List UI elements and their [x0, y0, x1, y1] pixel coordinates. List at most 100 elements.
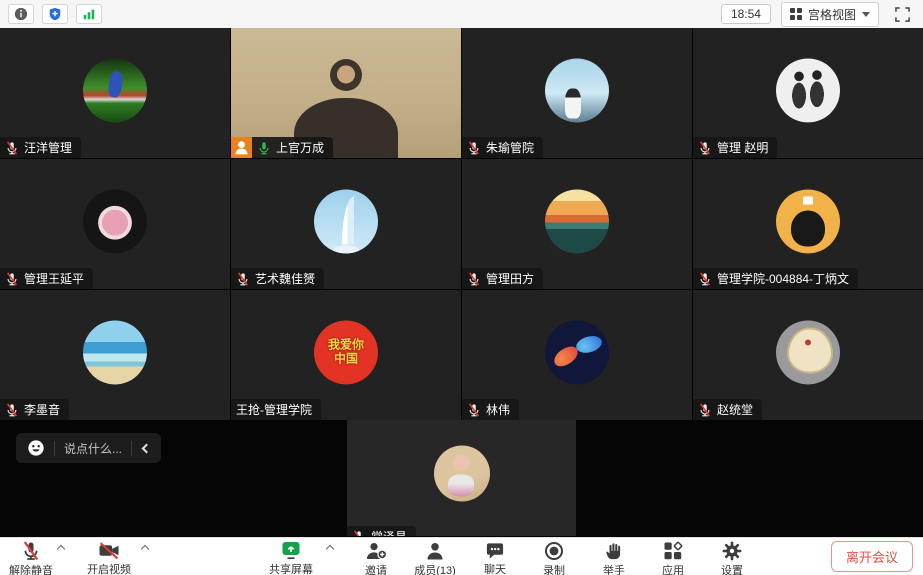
- avatar: [776, 320, 840, 384]
- participant-name: 管理 赵明: [717, 139, 768, 156]
- info-icon[interactable]: [8, 4, 34, 24]
- cam-muted-icon: [98, 541, 120, 560]
- meeting-toolbar: 解除静音 开启视频 共享屏幕 邀请 成员(13) 聊天 录制: [0, 537, 923, 575]
- mic-muted-icon: [5, 272, 19, 286]
- participant-name-label: 李墨音: [0, 399, 69, 420]
- participant-name-label: 艺术魏佳赟: [231, 268, 324, 289]
- chat-icon: [485, 541, 505, 560]
- avatar: [776, 58, 840, 122]
- toolbar-label: 举手: [603, 562, 625, 575]
- layout-view-label: 宫格视图: [808, 6, 856, 23]
- toolbar-record-button[interactable]: 录制: [523, 538, 585, 575]
- avatar: [83, 58, 147, 122]
- chevron-up-icon[interactable]: [326, 545, 334, 553]
- video-tile[interactable]: 我爱你中国王抢-管理学院: [231, 290, 461, 420]
- participant-name: 李墨音: [24, 401, 60, 418]
- grid-view-icon: [790, 8, 802, 20]
- video-tile[interactable]: 常泽昌: [347, 420, 576, 536]
- toolbar-chat-button[interactable]: 聊天: [467, 538, 523, 575]
- toolbar-apps-button[interactable]: 应用: [643, 538, 703, 575]
- toolbar-label: 聊天: [484, 561, 506, 575]
- fullscreen-icon[interactable]: [889, 4, 915, 24]
- toolbar-share-button[interactable]: 共享屏幕: [251, 538, 331, 575]
- video-tile[interactable]: 朱瑜管院: [462, 28, 692, 158]
- apps-icon: [663, 541, 683, 561]
- mic-muted-icon: [5, 403, 19, 417]
- participant-name-label: 管理王延平: [0, 268, 93, 289]
- chevron-left-icon[interactable]: [142, 443, 152, 453]
- mic-muted-icon: [352, 530, 366, 537]
- toolbar-label: 共享屏幕: [269, 561, 313, 575]
- video-tile[interactable]: 李墨音: [0, 290, 230, 420]
- avatar: [776, 189, 840, 253]
- mic-muted-icon: [698, 272, 712, 286]
- mic-on-icon: [257, 141, 271, 155]
- participant-grid: 汪洋管理 上官万成 朱瑜管院 管理 赵明 管理王延平 艺术魏佳赟 管理田方: [0, 28, 923, 420]
- avatar-text: 我爱你中国: [327, 339, 365, 367]
- participant-name-label: 管理 赵明: [693, 137, 777, 158]
- layout-view-button[interactable]: 宫格视图: [781, 2, 879, 27]
- video-tile[interactable]: 管理 赵明: [693, 28, 923, 158]
- video-tile[interactable]: 艺术魏佳赟: [231, 159, 461, 289]
- mic-muted-icon: [236, 272, 250, 286]
- toolbar-invite-button[interactable]: 邀请: [349, 538, 403, 575]
- video-tile[interactable]: 上官万成: [231, 28, 461, 158]
- mic-muted-icon: [467, 141, 481, 155]
- video-tile[interactable]: 林伟: [462, 290, 692, 420]
- toolbar-label: 开启视频: [87, 561, 131, 575]
- participant-name: 管理学院-004884-丁炳文: [717, 270, 849, 287]
- avatar: [83, 189, 147, 253]
- toolbar-mic-muted-button[interactable]: 解除静音: [0, 538, 62, 575]
- mic-muted-icon: [467, 272, 481, 286]
- participant-name: 上官万成: [276, 139, 324, 156]
- mic-muted-icon: [698, 403, 712, 417]
- toolbar-cam-muted-button[interactable]: 开启视频: [72, 538, 146, 575]
- video-tile[interactable]: 管理学院-004884-丁炳文: [693, 159, 923, 289]
- participant-name: 汪洋管理: [24, 139, 72, 156]
- participant-name: 赵统堂: [717, 401, 753, 418]
- avatar: 我爱你中国: [314, 320, 378, 384]
- toolbar-label: 设置: [721, 562, 743, 575]
- video-tile[interactable]: 赵统堂: [693, 290, 923, 420]
- participant-name-label: 管理学院-004884-丁炳文: [693, 268, 858, 289]
- invite-icon: [365, 541, 387, 561]
- members-icon: [425, 541, 445, 561]
- chevron-up-icon[interactable]: [141, 545, 149, 553]
- chat-placeholder[interactable]: 说点什么...: [64, 440, 122, 457]
- mic-muted-icon: [21, 541, 41, 561]
- chevron-up-icon[interactable]: [57, 545, 65, 553]
- participant-name: 管理田方: [486, 270, 534, 287]
- toolbar-hand-button[interactable]: 举手: [585, 538, 643, 575]
- participant-name-label: 王抢-管理学院: [231, 399, 321, 420]
- participant-name: 朱瑜管院: [486, 139, 534, 156]
- avatar: [314, 189, 378, 253]
- toolbar-label: 解除静音: [9, 562, 53, 575]
- participant-name: 王抢-管理学院: [236, 401, 312, 418]
- quick-chat-pill[interactable]: 说点什么...: [16, 433, 161, 463]
- avatar: [545, 189, 609, 253]
- leave-meeting-button[interactable]: 离开会议: [831, 541, 913, 572]
- mic-muted-icon: [467, 403, 481, 417]
- video-tile[interactable]: 管理田方: [462, 159, 692, 289]
- settings-icon: [722, 541, 742, 561]
- toolbar-settings-button[interactable]: 设置: [703, 538, 761, 575]
- participant-name: 艺术魏佳赟: [255, 270, 315, 287]
- mic-muted-icon: [698, 141, 712, 155]
- toolbar-label: 成员(13): [414, 562, 456, 575]
- toolbar-label: 应用: [662, 562, 684, 575]
- video-tile[interactable]: 管理王延平: [0, 159, 230, 289]
- participant-name: 林伟: [486, 401, 510, 418]
- smiley-icon[interactable]: [27, 439, 45, 457]
- video-tile[interactable]: 汪洋管理: [0, 28, 230, 158]
- toolbar-members-button[interactable]: 成员(13): [403, 538, 467, 575]
- participant-name-label: 汪洋管理: [0, 137, 81, 158]
- hand-icon: [605, 541, 623, 561]
- clock: 18:54: [721, 4, 771, 24]
- divider: [54, 441, 55, 456]
- signal-strength-icon[interactable]: [76, 4, 102, 24]
- avatar: [83, 320, 147, 384]
- meeting-topbar: 18:54 宫格视图: [0, 0, 923, 28]
- participant-name-label: 林伟: [462, 399, 519, 420]
- video-grid-area: 汪洋管理 上官万成 朱瑜管院 管理 赵明 管理王延平 艺术魏佳赟 管理田方: [0, 28, 923, 537]
- security-shield-icon[interactable]: [42, 4, 68, 24]
